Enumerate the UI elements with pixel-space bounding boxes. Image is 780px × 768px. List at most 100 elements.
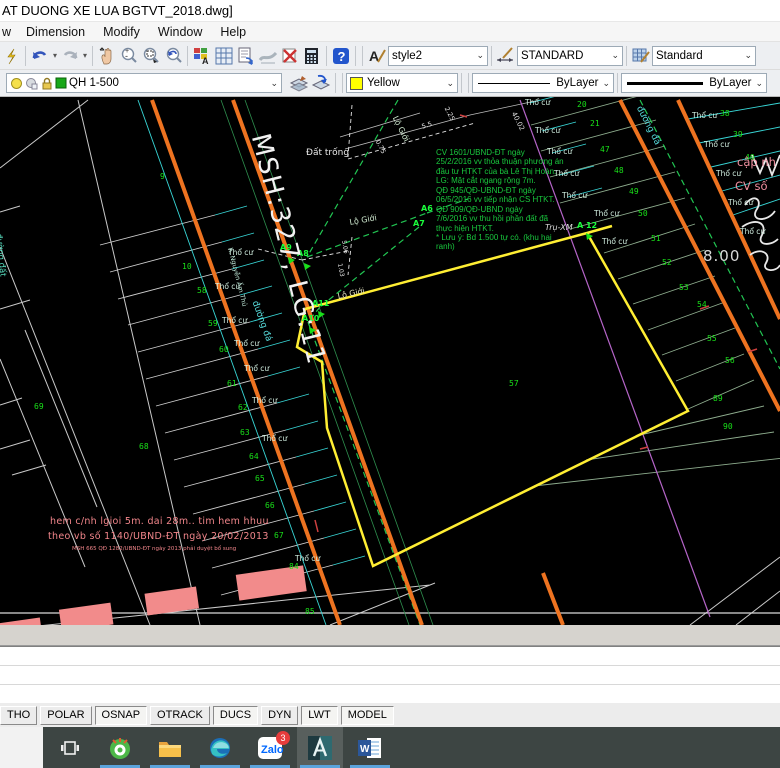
survey-point-label: A7 (413, 220, 425, 228)
zalo-badge: 3 (276, 731, 290, 745)
xref-icon[interactable] (279, 45, 301, 67)
status-bar: THOPOLAROSNAPOTRACKDUCSDYNLWTMODEL (0, 702, 780, 727)
edge-icon[interactable] (197, 727, 243, 768)
menu-item-modify[interactable]: Modify (94, 24, 149, 40)
title-bar: AT DUONG XE LUA BGTVT_2018.dwg] (0, 0, 780, 22)
map-text: cập nh (737, 157, 776, 169)
color-combo[interactable]: Yellow ⌄ (346, 73, 458, 93)
search-box-edge[interactable] (0, 727, 43, 768)
parcel-number: 55 (707, 335, 717, 343)
sheetset-icon[interactable] (235, 45, 257, 67)
word-icon[interactable]: W (347, 727, 393, 768)
status-toggle-otrack[interactable]: OTRACK (150, 706, 210, 725)
parcel-number: 58 (197, 287, 207, 295)
landuse-label: Thổ cư (594, 210, 619, 218)
landuse-label: Thổ cư (244, 365, 269, 373)
parcel-number: 60 (219, 346, 229, 354)
parcel-number: 90 (723, 423, 733, 431)
layer-lock-icon[interactable] (40, 77, 53, 90)
status-toggle-tho[interactable]: THO (0, 706, 37, 725)
landuse-label: Thổ cư (295, 555, 320, 563)
chevron-down-icon: ⌄ (607, 50, 619, 61)
menu-item-dimension[interactable]: Dimension (17, 24, 94, 40)
menu-item-help[interactable]: Help (211, 24, 255, 40)
parcel-number: 84 (289, 563, 299, 571)
svg-text:?: ? (338, 49, 346, 64)
toolbar-layers: QH 1-500 ⌄ Yellow ⌄ ByLayer ⌄ ByLayer ⌄ (0, 70, 780, 97)
parcel-number: 48 (614, 167, 624, 175)
text-style-value: style2 (392, 50, 422, 62)
map-text: 5.06 (340, 240, 348, 254)
text-style-combo[interactable]: style2 ⌄ (388, 46, 488, 66)
landuse-label: Thổ cư (222, 317, 247, 325)
linetype-value: ByLayer (556, 77, 598, 89)
explorer-icon[interactable] (147, 727, 193, 768)
layer-properties-icon[interactable] (288, 72, 310, 94)
pan-icon[interactable] (96, 45, 118, 67)
redo-icon[interactable] (59, 45, 81, 67)
zoom-realtime-icon[interactable]: +- (118, 45, 140, 67)
properties-icon[interactable]: A (191, 45, 213, 67)
clipped-icon[interactable] (0, 45, 22, 67)
status-toggle-osnap[interactable]: OSNAP (95, 706, 148, 725)
parcel-number: 38 (720, 110, 730, 118)
decision-notes: CV 1601/UBND-ĐT ngày 25/2/2016 vv thỏa t… (436, 148, 564, 252)
task-view-icon[interactable] (47, 727, 93, 768)
parcel-number: 64 (249, 453, 259, 461)
table-style-value: Standard (656, 50, 703, 62)
make-layer-current-icon[interactable] (310, 72, 332, 94)
color-value: Yellow (367, 77, 400, 89)
menu-item-w[interactable]: w (0, 24, 17, 40)
zoom-window-icon[interactable] (140, 45, 162, 67)
map-text: theo vb số 1140/UBND-ĐT ngày 20/02/2013 (48, 532, 269, 542)
zoom-previous-icon[interactable] (162, 45, 184, 67)
redo-dropdown-icon[interactable]: ▾ (81, 51, 89, 60)
status-toggle-ducs[interactable]: DUCS (213, 706, 258, 725)
lineweight-value: ByLayer (709, 77, 751, 89)
markup-icon[interactable] (257, 45, 279, 67)
map-text: 8.00 (703, 249, 740, 264)
coccoc-icon[interactable] (97, 727, 143, 768)
calculator-icon[interactable] (301, 45, 323, 67)
help-icon[interactable]: ? (330, 45, 352, 67)
autocad-icon[interactable] (297, 727, 343, 768)
command-input-row[interactable] (0, 685, 780, 703)
map-text: CV số (735, 181, 768, 193)
zalo-icon[interactable]: Zalo 3 (247, 727, 293, 768)
text-style-icon[interactable]: A (366, 45, 388, 67)
survey-point-label: A 12 (577, 222, 597, 230)
dim-style-icon[interactable] (495, 45, 517, 67)
undo-icon[interactable] (29, 45, 51, 67)
layer-combo[interactable]: QH 1-500 ⌄ (6, 73, 282, 93)
parcel-number: 21 (590, 120, 600, 128)
survey-point-label: A6 (421, 205, 433, 213)
parcel-number: 20 (577, 101, 587, 109)
parcel-number: 50 (638, 210, 648, 218)
parcel-number: 53 (679, 284, 689, 292)
lineweight-combo[interactable]: ByLayer ⌄ (621, 73, 767, 93)
menu-item-window[interactable]: Window (149, 24, 211, 40)
command-history-row (0, 666, 780, 685)
table-style-combo[interactable]: Standard ⌄ (652, 46, 756, 66)
linetype-combo[interactable]: ByLayer ⌄ (472, 73, 614, 93)
parcel-number: 49 (629, 188, 639, 196)
dim-style-combo[interactable]: STANDARD ⌄ (517, 46, 623, 66)
drawing-viewport[interactable]: 9106968585960616263646566678485572021474… (0, 97, 780, 625)
undo-dropdown-icon[interactable]: ▾ (51, 51, 59, 60)
landuse-label: Thổ cư (262, 435, 287, 443)
status-toggle-model[interactable]: MODEL (341, 706, 394, 725)
layer-on-icon[interactable] (10, 77, 23, 90)
command-line-panel[interactable] (0, 646, 780, 702)
status-toggle-polar[interactable]: POLAR (40, 706, 91, 725)
layers-grid-icon[interactable] (213, 45, 235, 67)
svg-text:W: W (360, 744, 370, 755)
landuse-label: Thổ cư (692, 112, 717, 120)
linetype-sample (478, 83, 550, 84)
parcel-number: 61 (227, 380, 237, 388)
landuse-label: Thổ cư (562, 192, 587, 200)
status-toggle-lwt[interactable]: LWT (301, 706, 337, 725)
layer-freeze-icon[interactable] (25, 77, 38, 90)
table-style-icon[interactable] (630, 45, 652, 67)
status-toggle-dyn[interactable]: DYN (261, 706, 298, 725)
parcel-number: 62 (238, 404, 248, 412)
